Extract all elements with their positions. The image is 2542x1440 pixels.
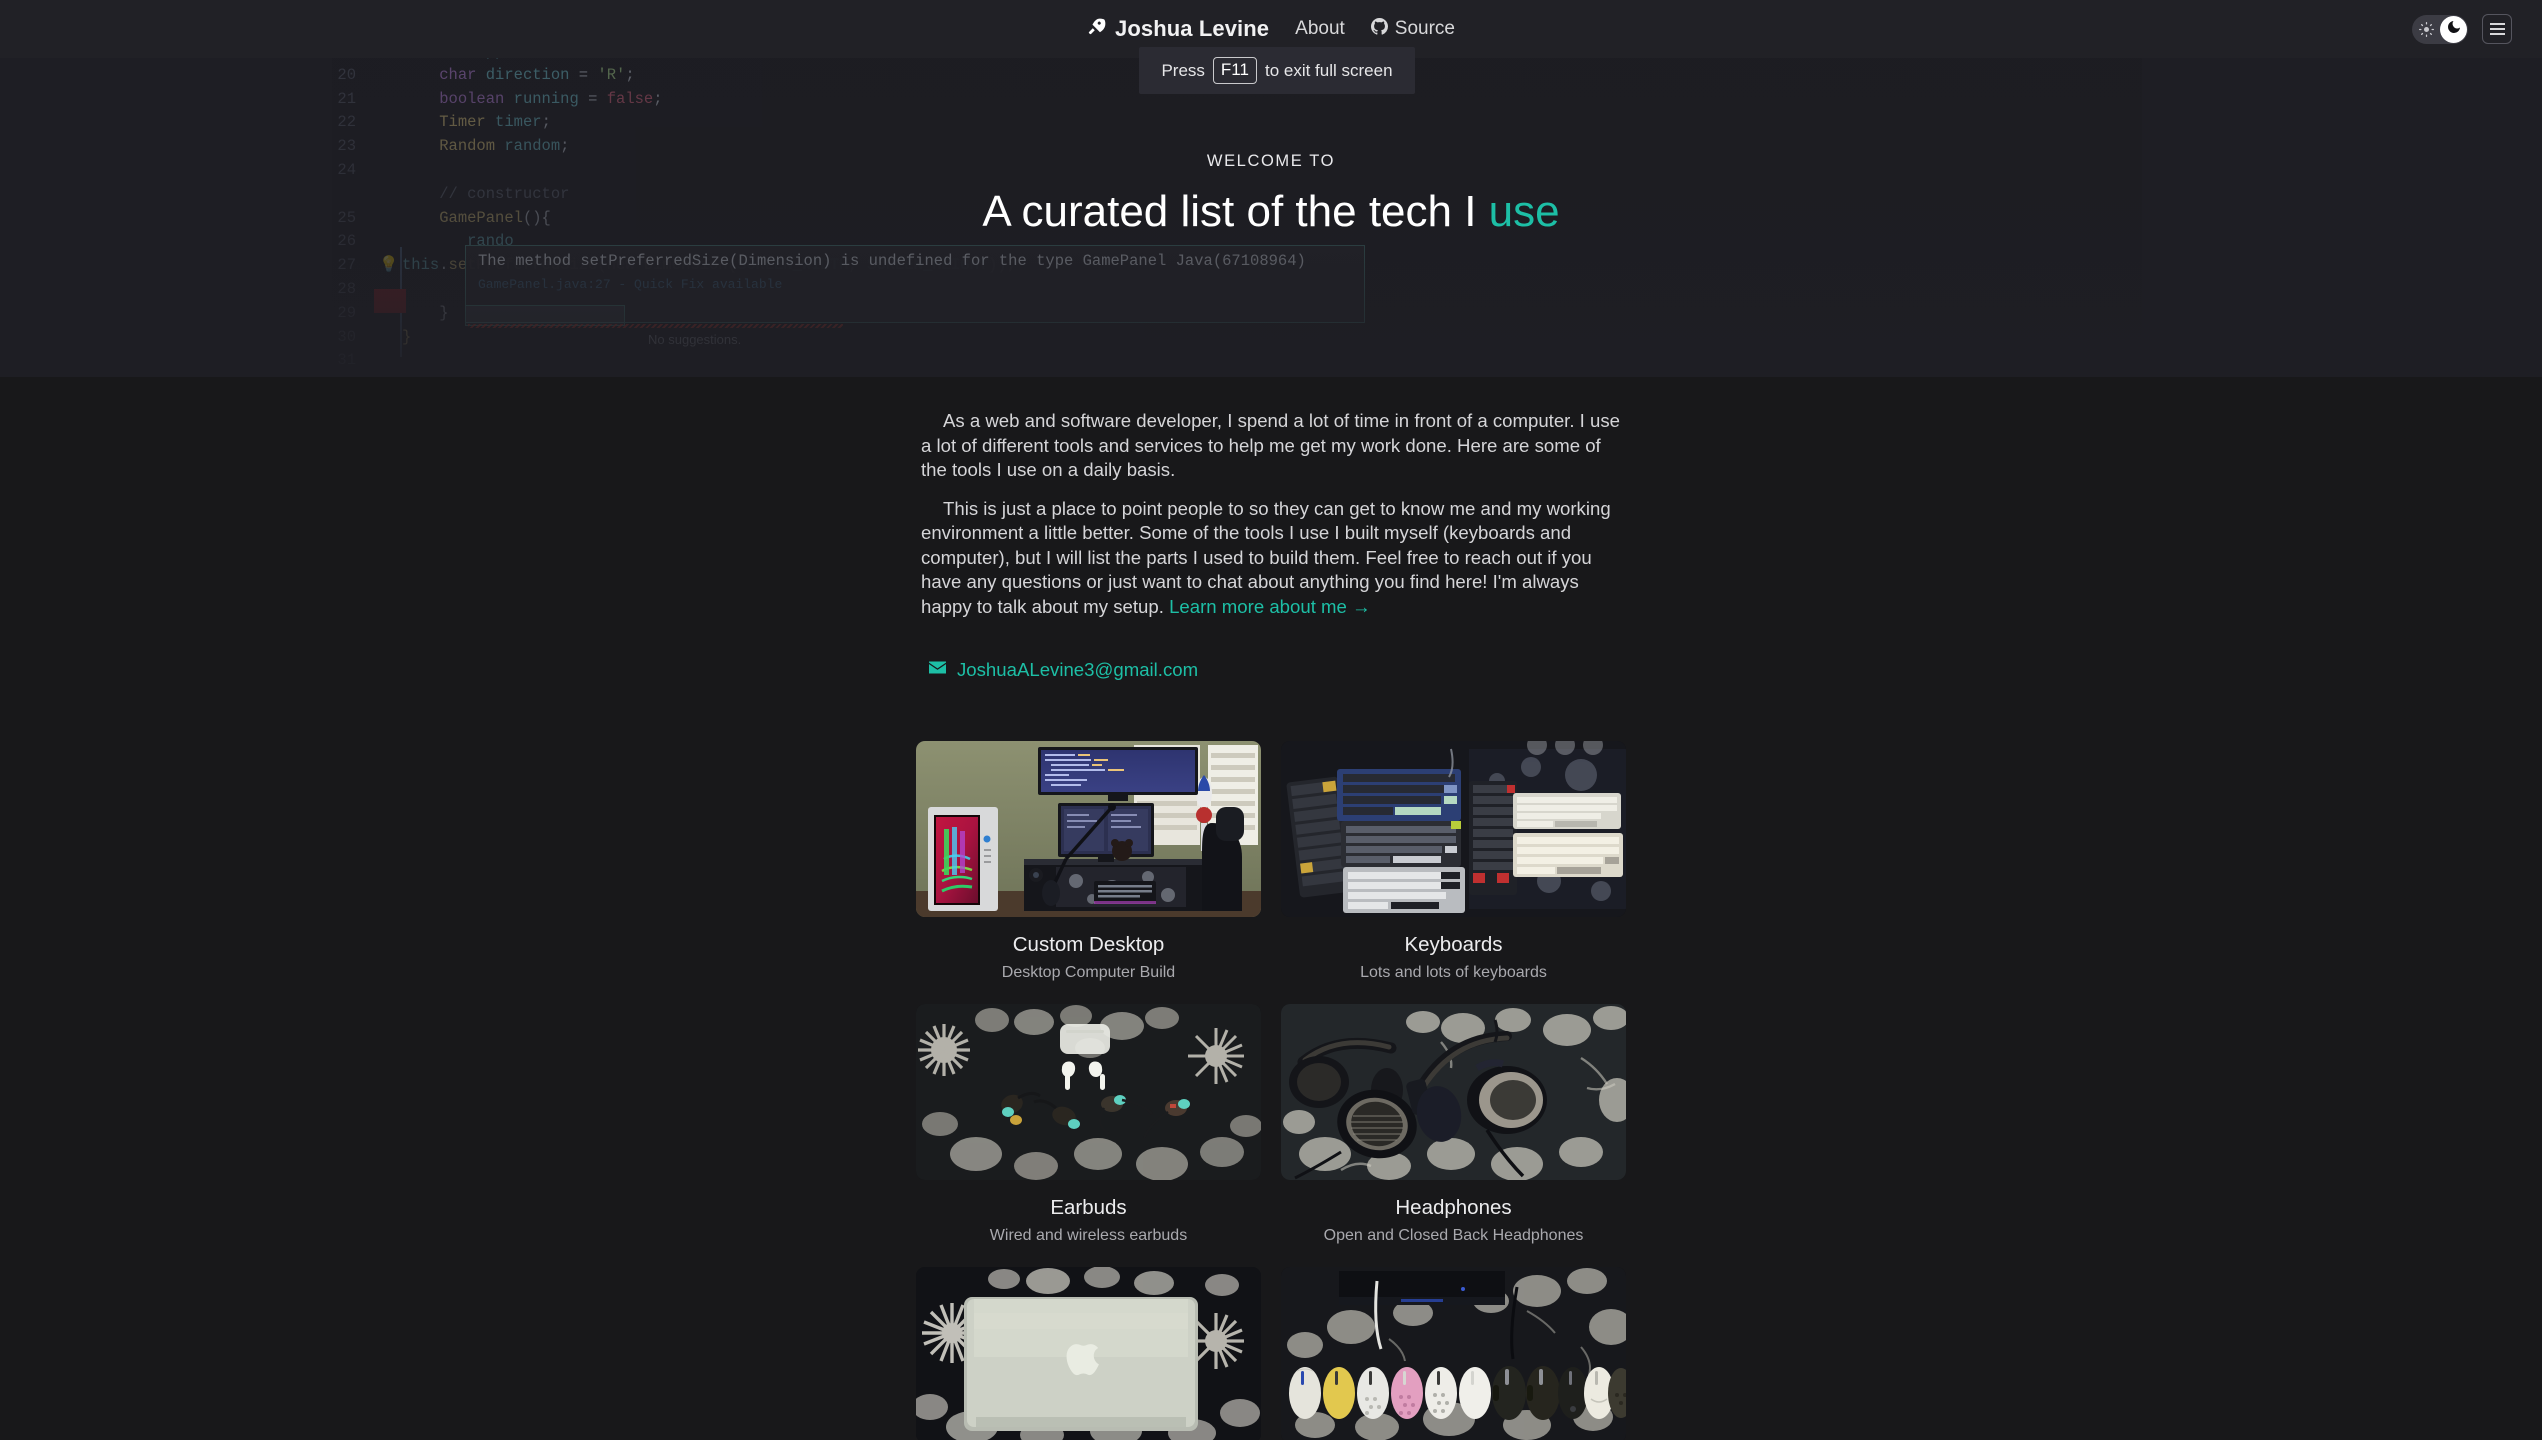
- nav-link-about-label: About: [1295, 18, 1345, 39]
- email-link[interactable]: JoshuaALevine3@gmail.com: [957, 659, 1198, 681]
- hero-eyebrow: WELCOME TO: [1206, 152, 1336, 170]
- card-title: Headphones: [1395, 1196, 1512, 1219]
- card-mice[interactable]: Mice: [1281, 1267, 1626, 1440]
- hero-section: 19 int applesY; 20 char direction = 'R';…: [0, 47, 2542, 377]
- nav-link-about[interactable]: About: [1295, 18, 1345, 40]
- headphones-photo: [1281, 1004, 1626, 1180]
- email-contact-row: JoshuaALevine3@gmail.com: [921, 659, 1621, 681]
- main-content: As a web and software developer, I spend…: [0, 377, 2542, 1440]
- fullscreen-toast-prefix: Press: [1161, 60, 1205, 80]
- fullscreen-toast-suffix: to exit full screen: [1264, 60, 1393, 80]
- card-subtitle: Lots and lots of keyboards: [1360, 964, 1547, 981]
- brand-home-link[interactable]: Joshua Levine: [1087, 16, 1269, 42]
- sun-icon: [2419, 21, 2434, 42]
- page-title: A curated list of the tech I use: [982, 187, 1559, 237]
- theme-toggle[interactable]: [2412, 14, 2468, 44]
- tech-card-grid: Custom Desktop Desktop Computer Build Ke…: [916, 741, 1626, 1440]
- card-earbuds[interactable]: Earbuds Wired and wireless earbuds: [916, 1004, 1261, 1245]
- nav-links-group: Joshua Levine About Source: [1087, 16, 1455, 42]
- card-headphones[interactable]: Headphones Open and Closed Back Headphon…: [1281, 1004, 1626, 1245]
- macbook-photo: [916, 1267, 1261, 1440]
- card-title: Keyboards: [1404, 933, 1503, 956]
- keyboards-photo: [1281, 741, 1626, 917]
- intro-paragraph-2: This is just a place to point people to …: [921, 497, 1621, 620]
- mice-photo: [1281, 1267, 1626, 1440]
- theme-toggle-knob: [2440, 15, 2467, 43]
- github-icon: [1370, 17, 1388, 41]
- fullscreen-toast-key: F11: [1212, 57, 1257, 84]
- envelope-icon: [929, 661, 946, 679]
- hamburger-menu-icon[interactable]: [2482, 14, 2512, 44]
- earbuds-photo: [916, 1004, 1261, 1180]
- intro-paragraph-1: As a web and software developer, I spend…: [921, 410, 1620, 480]
- card-subtitle: Wired and wireless earbuds: [989, 1227, 1188, 1244]
- hero-title-plain: A curated list of the tech I: [982, 187, 1489, 236]
- hero-title-accent: use: [1488, 187, 1560, 236]
- rocket-icon: [1087, 17, 1106, 41]
- brand-name: Joshua Levine: [1115, 16, 1270, 41]
- moon-icon: [2446, 19, 2462, 40]
- desk-setup-photo: [916, 741, 1261, 917]
- card-title: Earbuds: [1050, 1196, 1127, 1219]
- nav-link-source[interactable]: Source: [1370, 17, 1455, 41]
- card-subtitle: Desktop Computer Build: [1001, 964, 1176, 981]
- nav-link-source-label: Source: [1394, 18, 1455, 39]
- card-custom-desktop[interactable]: Custom Desktop Desktop Computer Build: [916, 741, 1261, 982]
- card-title: Custom Desktop: [1012, 933, 1165, 956]
- card-macbook[interactable]: MacBook Pro (2015): [916, 1267, 1261, 1440]
- card-keyboards[interactable]: Keyboards Lots and lots of keyboards: [1281, 741, 1626, 982]
- intro-text-block: As a web and software developer, I spend…: [921, 377, 1621, 633]
- learn-more-link[interactable]: Learn more about me →: [1169, 596, 1371, 617]
- card-subtitle: Open and Closed Back Headphones: [1323, 1227, 1584, 1244]
- fullscreen-exit-toast: Press F11 to exit full screen: [1139, 47, 1415, 94]
